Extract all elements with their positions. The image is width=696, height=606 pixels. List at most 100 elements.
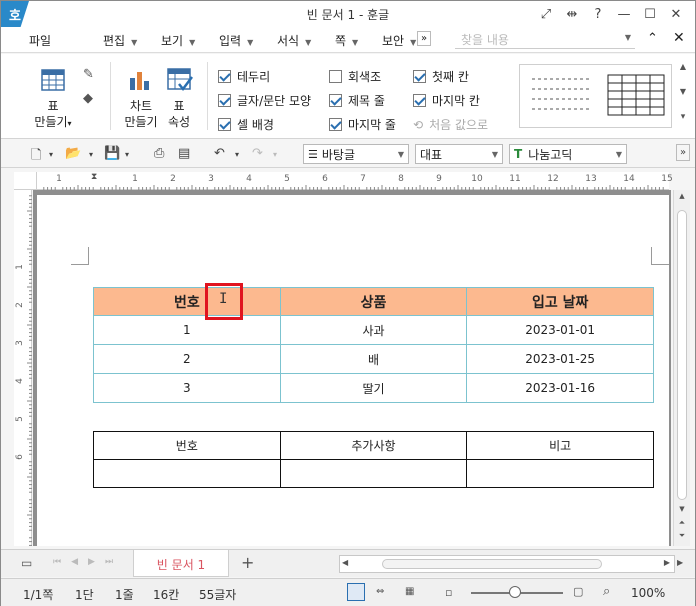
multi-page-icon[interactable]: ▦ <box>405 586 414 597</box>
toolbar-expand-icon[interactable]: » <box>676 144 690 161</box>
fullscreen-icon[interactable]: ⤢ <box>533 3 559 25</box>
more-menu-icon[interactable]: » <box>417 31 431 46</box>
menu-page[interactable]: 쪽 ▼ <box>335 32 358 49</box>
table-properties-button[interactable]: 표 속성 <box>159 98 199 130</box>
prev-page-icon[interactable]: ⏶ <box>674 518 690 528</box>
table-cell[interactable]: 2023-01-25 <box>466 344 654 374</box>
save-icon[interactable]: 💾 <box>104 146 120 161</box>
zoom-in-icon[interactable]: ▢ <box>573 585 583 598</box>
tab-list-icon[interactable]: ▭ <box>21 556 32 570</box>
document-area[interactable]: 번호 상품 입고 날짜 1 사과 2023-01-01 2 배 2023-01-… <box>33 190 671 546</box>
scrollbar-thumb[interactable] <box>677 210 687 500</box>
chevron-up-icon[interactable]: ▲ <box>676 62 690 71</box>
table-header-cell[interactable]: 입고 날짜 <box>466 287 654 316</box>
make-chart-button[interactable]: 차트 만들기 <box>119 98 163 130</box>
next-page-icon[interactable]: ⏷ <box>674 531 690 541</box>
chevron-down-icon[interactable]: ▾ <box>89 150 93 159</box>
table-cell[interactable]: 2023-01-01 <box>466 315 654 345</box>
table-cell[interactable]: 2023-01-16 <box>466 373 654 403</box>
chevron-down-icon[interactable]: ▾ <box>235 150 239 159</box>
product-table[interactable]: 번호 상품 입고 날짜 1 사과 2023-01-01 2 배 2023-01-… <box>93 287 654 403</box>
table-style-gallery[interactable] <box>519 64 672 128</box>
table-cell[interactable] <box>93 459 281 488</box>
collapse-ribbon-icon[interactable]: ⌃ <box>647 31 658 46</box>
table-header-cell[interactable]: 비고 <box>466 431 654 460</box>
open-folder-icon[interactable]: 📂 <box>65 146 81 161</box>
zoom-out-icon[interactable]: ▫ <box>445 586 452 599</box>
font-select[interactable]: T 나눔고딕 ▼ <box>509 144 627 164</box>
chevron-down-icon[interactable]: ▾ <box>49 150 53 159</box>
expand-gallery-icon[interactable]: ▾ <box>676 112 690 122</box>
horizontal-scrollbar[interactable]: ◀ ▶ <box>339 555 675 573</box>
menu-security[interactable]: 보안 ▼ <box>382 32 416 49</box>
page-view-icon[interactable] <box>347 583 365 601</box>
checkbox-cell-background[interactable]: 셀 배경 <box>218 116 274 133</box>
table-header-cell[interactable]: 추가사항 <box>279 431 468 460</box>
scroll-left-icon[interactable]: ◀ <box>342 558 348 567</box>
table-cell[interactable]: 딸기 <box>279 373 468 403</box>
scroll-right-icon[interactable]: ▶ <box>664 558 670 567</box>
table-header-cell[interactable]: 번호 <box>93 287 281 316</box>
eraser-icon[interactable]: ◆ <box>83 91 93 106</box>
fit-width-icon[interactable]: ⇔ <box>376 586 384 597</box>
scrollbar-thumb[interactable] <box>382 559 602 569</box>
horizontal-ruler[interactable]: 1 1 2 3 4 5 6 7 8 9 10 11 12 13 14 15 ⧗ <box>37 172 673 190</box>
menu-format[interactable]: 서식 ▼ <box>277 32 311 49</box>
search-input[interactable]: 찾을 내용 ▼ <box>455 31 635 49</box>
notes-table[interactable]: 번호 추가사항 비고 <box>93 431 654 488</box>
checkbox-grayscale[interactable]: 회색조 <box>329 68 381 85</box>
preview-icon[interactable]: ▤ <box>178 146 190 161</box>
maximize-button[interactable]: ☐ <box>637 3 663 25</box>
table-header-cell[interactable]: 상품 <box>279 287 468 316</box>
vertical-ruler[interactable]: 1 2 3 4 5 6 <box>14 190 32 546</box>
minimize-button[interactable]: — <box>611 3 637 25</box>
checkbox-border[interactable]: 테두리 <box>218 68 270 85</box>
table-cell[interactable]: 사과 <box>279 315 468 345</box>
chevron-down-icon[interactable]: ▼ <box>676 87 690 96</box>
style-gallery-scroll[interactable]: ▲ ▼ ▾ <box>676 62 690 132</box>
checkbox-last-row[interactable]: 마지막 줄 <box>329 116 396 133</box>
print-icon[interactable]: ⎙ <box>154 146 164 161</box>
checkbox-header-row[interactable]: 제목 줄 <box>329 92 385 109</box>
help-icon[interactable]: ? <box>585 3 611 25</box>
zoom-magnifier-icon[interactable]: ⌕ <box>603 584 610 599</box>
table-cell[interactable] <box>466 459 654 488</box>
checkbox-last-column[interactable]: 마지막 칸 <box>413 92 480 109</box>
scroll-down-icon[interactable]: ▼ <box>674 505 690 513</box>
menu-view[interactable]: 보기 ▼ <box>161 32 195 49</box>
table-cell[interactable]: 배 <box>279 344 468 374</box>
zoom-slider-thumb[interactable] <box>509 586 521 598</box>
checkbox-first-column[interactable]: 첫째 칸 <box>413 68 469 85</box>
menu-file[interactable]: 파일 <box>29 32 51 49</box>
indent-marker[interactable]: ⧗ <box>91 172 97 182</box>
page-turn-icon[interactable]: ▶ <box>677 558 683 567</box>
table-header-cell[interactable]: 번호 <box>93 431 281 460</box>
chevron-down-icon[interactable]: ▾ <box>273 150 277 159</box>
add-tab-icon[interactable]: + <box>241 553 254 572</box>
table-cell[interactable]: 1 <box>93 315 281 345</box>
close-button[interactable]: ✕ <box>663 3 689 25</box>
pencil-icon[interactable]: ✎ <box>83 67 94 82</box>
split-view-icon[interactable]: ⇹ <box>559 3 585 25</box>
style-select[interactable]: ☰ 바탕글 ▼ <box>303 144 409 164</box>
table-cell[interactable]: 3 <box>93 373 281 403</box>
table-cell[interactable]: 2 <box>93 344 281 374</box>
document-page[interactable]: 번호 상품 입고 날짜 1 사과 2023-01-01 2 배 2023-01-… <box>37 195 669 546</box>
checkbox-char-para-shape[interactable]: 글자/문단 모양 <box>218 92 311 109</box>
scroll-up-icon[interactable]: ▲ <box>674 192 690 200</box>
tab-blank-document[interactable]: 빈 문서 1 <box>133 550 229 577</box>
zoom-level[interactable]: 100% <box>631 586 665 600</box>
vertical-scrollbar[interactable]: ▲ ▼ ⏶ ⏷ <box>673 190 690 546</box>
chevron-down-icon[interactable]: ▾ <box>125 150 129 159</box>
undo-icon[interactable]: ↶ <box>214 146 225 161</box>
close-doc-icon[interactable]: ✕ <box>673 30 685 46</box>
menu-edit[interactable]: 편집 ▼ <box>103 32 137 49</box>
new-document-icon[interactable]: 🗋 <box>31 146 41 168</box>
language-select[interactable]: 대표 ▼ <box>415 144 503 164</box>
reset-button[interactable]: ⟲ 처음 값으로 <box>413 116 488 133</box>
redo-icon[interactable]: ↷ <box>252 146 263 161</box>
make-table-button[interactable]: 표 만들기▾ <box>31 98 75 132</box>
table-cell[interactable] <box>279 459 468 488</box>
tab-navigation-icons[interactable]: ⏮◀▶⏭ <box>53 557 123 567</box>
menu-insert[interactable]: 입력 ▼ <box>219 32 253 49</box>
